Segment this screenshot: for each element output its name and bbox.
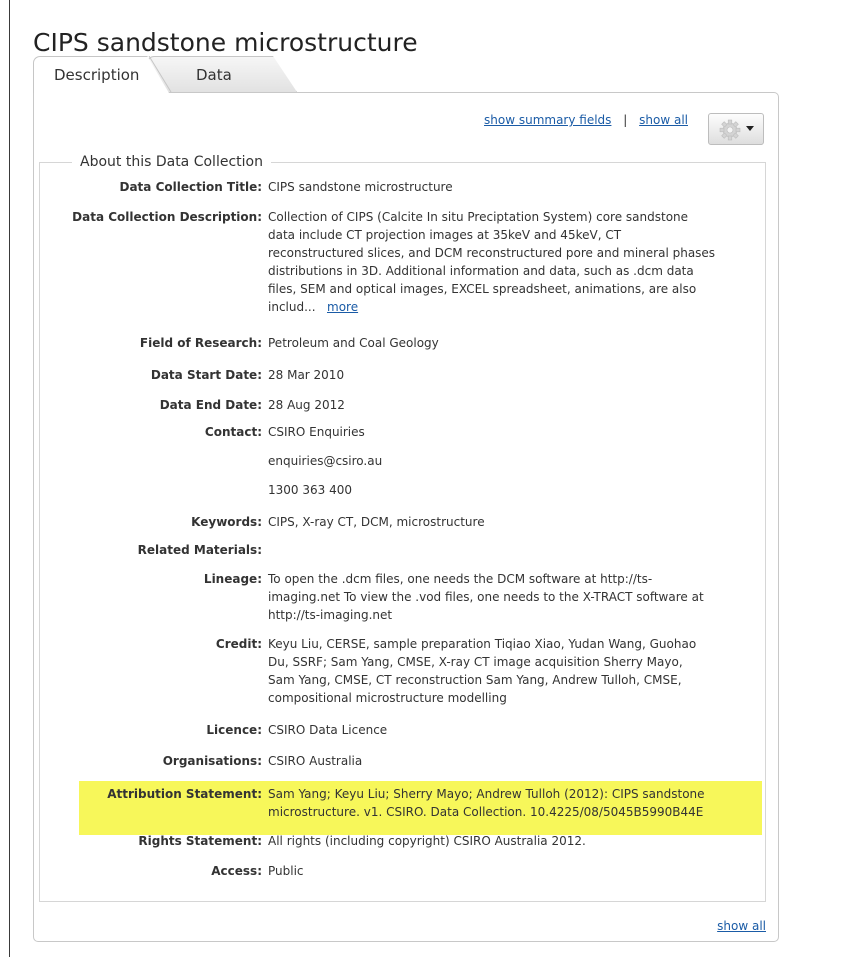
description-value: Collection of CIPS (Calcite In situ Prec…: [268, 208, 738, 316]
contact-name: CSIRO Enquiries: [268, 425, 365, 439]
field-label: Rights Statement:: [138, 834, 262, 848]
more-link[interactable]: more: [327, 300, 358, 314]
text-line: Sam Yang, CMSE, CT reconstruction Sam Ya…: [268, 673, 682, 687]
field-label: Lineage:: [203, 572, 262, 586]
settings-dropdown-button[interactable]: [708, 113, 764, 145]
field-label: Organisations:: [162, 754, 262, 768]
field-value: 28 Mar 2010: [268, 368, 345, 382]
field-label: Attribution Statement:: [107, 787, 262, 801]
field-value: CSIRO Data Licence: [268, 723, 388, 737]
field-value: Petroleum and Coal Geology: [268, 336, 439, 350]
text-line: compositional microstructure modelling: [268, 691, 507, 705]
contact-email: enquiries@csiro.au: [268, 454, 383, 468]
text-line: reconstructured slices, and DCM reconstr…: [268, 246, 716, 260]
contact-phone: 1300 363 400: [268, 483, 352, 497]
field-value: All rights (including copyright) CSIRO A…: [268, 834, 586, 848]
text-line: http://ts-imaging.net: [268, 608, 393, 622]
text-line: data include CT projection images at 35k…: [268, 228, 622, 242]
page-title: CIPS sandstone microstructure: [33, 27, 418, 57]
text-line: Du, SSRF; Sam Yang, CMSE, X-ray CT image…: [268, 655, 683, 669]
about-fieldset: About this Data Collection Data Collecti…: [39, 154, 766, 902]
link-separator: |: [623, 113, 628, 127]
section-legend: About this Data Collection: [72, 154, 271, 170]
show-summary-fields-link[interactable]: show summary fields: [484, 113, 611, 127]
attribution-value: Sam Yang; Keyu Liu; Sherry Mayo; Andrew …: [268, 785, 738, 821]
field-label: Related Materials:: [137, 543, 262, 557]
text-line: files, SEM and optical images, EXCEL spr…: [268, 282, 697, 296]
view-links: show summary fields | show all: [484, 113, 688, 127]
chevron-down-icon: [746, 126, 754, 131]
show-all-link-top[interactable]: show all: [639, 113, 688, 127]
field-label: Keywords:: [191, 515, 262, 529]
text-line: To open the .dcm files, one needs the DC…: [268, 572, 653, 586]
field-label: Access:: [211, 864, 262, 878]
field-value: Public: [268, 864, 304, 878]
field-label: Data End Date:: [159, 398, 262, 412]
window-edge: [9, 0, 10, 957]
field-value: CIPS, X-ray CT, DCM, microstructure: [268, 515, 485, 529]
credit-value: Keyu Liu, CERSE, sample preparation Tiqi…: [268, 635, 738, 707]
lineage-value: To open the .dcm files, one needs the DC…: [268, 570, 738, 624]
field-value: CSIRO Australia: [268, 754, 363, 768]
description-panel: show summary fields | show all About thi…: [33, 92, 779, 942]
field-label: Field of Research:: [139, 336, 262, 350]
field-label: Licence:: [206, 723, 262, 737]
text-line: Keyu Liu, CERSE, sample preparation Tiqi…: [268, 637, 697, 651]
text-line: microstructure. v1. CSIRO. Data Collecti…: [268, 805, 704, 819]
show-all-link-bottom[interactable]: show all: [717, 919, 766, 933]
show-all-link-bottom-wrap: show all: [717, 919, 766, 933]
tab-description[interactable]: Description: [33, 56, 169, 93]
text-line: Collection of CIPS (Calcite In situ Prec…: [268, 210, 689, 224]
text-line: distributions in 3D. Additional informat…: [268, 264, 694, 278]
field-label: Data Collection Description:: [72, 210, 262, 224]
field-label: Contact:: [204, 425, 262, 439]
text-line: imaging.net To view the .vod files, one …: [268, 590, 704, 604]
field-value: CIPS sandstone microstructure: [268, 180, 453, 194]
field-value: 28 Aug 2012: [268, 398, 345, 412]
text-line: includ... more: [268, 298, 738, 316]
truncated-text: includ...: [268, 300, 316, 314]
tab-data[interactable]: Data: [147, 56, 297, 92]
text-line: Sam Yang; Keyu Liu; Sherry Mayo; Andrew …: [268, 787, 705, 801]
field-label: Data Collection Title:: [119, 180, 263, 194]
gear-icon: [719, 119, 741, 141]
field-label: Credit:: [215, 637, 262, 651]
field-label: Data Start Date:: [150, 368, 262, 382]
